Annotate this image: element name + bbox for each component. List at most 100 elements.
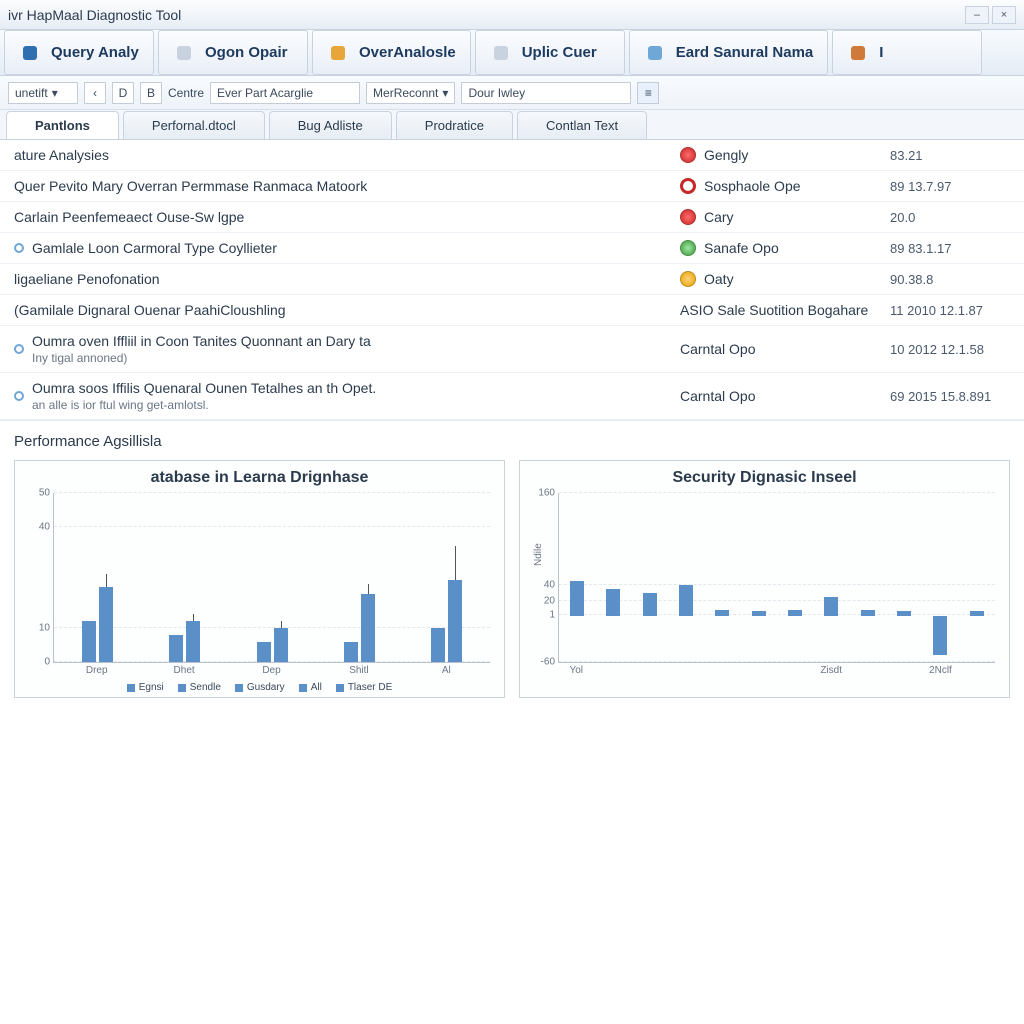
bar (274, 628, 288, 662)
error-bar (193, 614, 194, 621)
bar (824, 597, 838, 616)
row-status: Sosphaole Ope (680, 178, 890, 194)
chevron-down-icon: ▾ (52, 86, 58, 100)
bar (344, 642, 358, 662)
minimize-button[interactable]: – (965, 6, 989, 24)
row-label: ature Analysies (14, 147, 680, 163)
bar (606, 589, 620, 616)
list-item[interactable]: Carlain Peenfemeaect Ouse-Sw lgpeCary20.… (0, 202, 1024, 233)
row-label: Quer Pevito Mary Overran Permmase Ranmac… (14, 178, 680, 194)
list-item[interactable]: ature AnalysiesGengly83.21 (0, 140, 1024, 171)
bar (431, 628, 445, 662)
tab-prodratice[interactable]: Prodratice (396, 111, 513, 139)
row-label: Gamlale Loon Carmoral Type Coyllieter (32, 240, 680, 256)
error-bar (455, 546, 456, 580)
list-item[interactable]: Quer Pevito Mary Overran Permmase Ranmac… (0, 171, 1024, 202)
row-label: Oumra oven Iffliil in Coon Tanites Quonn… (32, 333, 680, 365)
row-value: 10 2012 12.1.58 (890, 342, 1010, 357)
ribbon-i[interactable]: I (832, 30, 982, 75)
row-label: Oumra soos Iffilis Quenaral Ounen Tetalh… (32, 380, 680, 412)
analysis-list: ature AnalysiesGengly83.21 Quer Pevito Ma… (0, 140, 1024, 421)
list-item[interactable]: Oumra oven Iffliil in Coon Tanites Quonn… (0, 326, 1024, 373)
toolbar-select-2[interactable]: MerReconnt▾ (366, 82, 455, 104)
bar (970, 611, 984, 616)
list-item[interactable]: ligaeliane PenofonationOaty90.38.8 (0, 264, 1024, 295)
x-axis: DrepDhetDepShitlAl (53, 665, 490, 676)
tab-bug-adliste[interactable]: Bug Adliste (269, 111, 392, 139)
chart-0: atabase in Learna Drignhase 0104050 DrepDh… (14, 460, 505, 698)
row-status: Oaty (680, 271, 890, 287)
toolbar-b-button[interactable]: B (140, 82, 162, 104)
x-axis: YolZisdt2Nclf (558, 665, 995, 676)
bullet-icon (14, 243, 24, 253)
bar (257, 642, 271, 662)
chart-title: atabase in Learna Drignhase (25, 469, 494, 487)
list-item[interactable]: (Gamilale Dignaral Ouenar PaahiCloushlin… (0, 295, 1024, 326)
bar (361, 594, 375, 662)
title-bar: ivr HapMaal Diagnostic Tool – × (0, 0, 1024, 30)
row-value: 83.21 (890, 148, 1010, 163)
toolbar-d-button[interactable]: D (112, 82, 134, 104)
bar (643, 593, 657, 616)
ribbon-query-analy[interactable]: Query Analy (4, 30, 154, 75)
close-button[interactable]: × (992, 6, 1016, 24)
query-icon (19, 42, 41, 64)
chevron-down-icon: ▾ (442, 86, 448, 100)
row-status: Sanafe Opo (680, 240, 890, 256)
bar (99, 587, 113, 662)
toolbar-go-button[interactable]: ≡ (637, 82, 659, 104)
window-title: ivr HapMaal Diagnostic Tool (8, 7, 181, 23)
error-bar (106, 574, 107, 588)
app-window: ivr HapMaal Diagnostic Tool – × Query An… (0, 0, 1024, 1024)
status-dot-icon (680, 209, 696, 225)
list-item[interactable]: Gamlale Loon Carmoral Type CoyllieterSan… (0, 233, 1024, 264)
ribbon-eard-sanural-nama[interactable]: Eard Sanural Nama (629, 30, 829, 75)
ribbon-uplic-cuer[interactable]: Uplic Cuer (475, 30, 625, 75)
row-status: Cary (680, 209, 890, 225)
row-status: ASIO Sale Suotition Bogahare (680, 302, 890, 318)
misc-icon (847, 42, 869, 64)
error-bar (281, 621, 282, 628)
toolbar-centre-label: Centre (168, 86, 204, 100)
legend-item: Sendle (178, 682, 221, 693)
bar (679, 585, 693, 616)
bullet-icon (14, 391, 24, 401)
bar (570, 581, 584, 616)
bar (861, 610, 875, 616)
bar (788, 610, 802, 616)
bar (448, 580, 462, 662)
toolbar-input-2[interactable] (461, 82, 631, 104)
legend-item: Tlaser DE (336, 682, 392, 693)
tab-pantlons[interactable]: Pantlons (6, 111, 119, 139)
row-status: Gengly (680, 147, 890, 163)
bar (752, 611, 766, 616)
row-label: Carlain Peenfemeaect Ouse-Sw lgpe (14, 209, 680, 225)
tab-contlan-text[interactable]: Contlan Text (517, 111, 647, 139)
bar (186, 621, 200, 662)
toolbar-input-1[interactable] (210, 82, 360, 104)
status-dot-icon (680, 271, 696, 287)
bar (82, 621, 96, 662)
tab-strip: PantlonsPerfornal.dtoclBug AdlisteProdra… (0, 110, 1024, 140)
status-dot-icon (680, 147, 696, 163)
ribbon-ogon-opair[interactable]: Ogon Opair (158, 30, 308, 75)
toolbar-select-1[interactable]: unetift▾ (8, 82, 78, 104)
status-dot-icon (680, 178, 696, 194)
legend: EgnsiSendleGusdaryAllTlaser DE (25, 682, 494, 693)
row-status: Carntal Opo (680, 388, 890, 404)
legend-item: Egnsi (127, 682, 164, 693)
list-item[interactable]: Oumra soos Iffilis Quenaral Ounen Tetalh… (0, 373, 1024, 420)
row-value: 11 2010 12.1.87 (890, 303, 1010, 318)
cylinder-icon (173, 42, 195, 64)
bar (715, 610, 729, 616)
plot-area: 0104050 (53, 493, 490, 663)
bar (897, 611, 911, 616)
row-status: Carntal Opo (680, 341, 890, 357)
bar (933, 616, 947, 655)
chart-1: Security Dignasic InseelNdile-6012040160… (519, 460, 1010, 698)
ribbon-overanalosle[interactable]: OverAnalosle (312, 30, 471, 75)
row-value: 20.0 (890, 210, 1010, 225)
toolbar-prev-button[interactable]: ‹ (84, 82, 106, 104)
tab-perfornal-dtocl[interactable]: Perfornal.dtocl (123, 111, 265, 139)
y-axis-label: Ndile (533, 543, 544, 566)
